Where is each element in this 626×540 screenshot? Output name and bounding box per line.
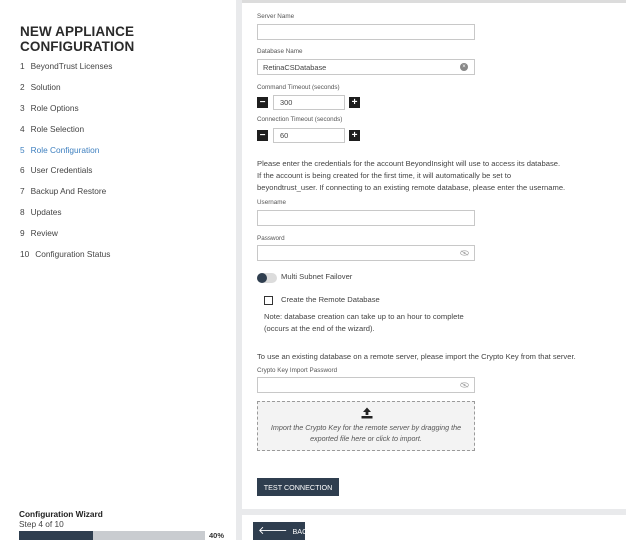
step-label: Role Selection (30, 123, 85, 134)
credentials-text-3: beyondtrust_user. If connecting to an ex… (257, 183, 566, 192)
server-name-label: Server Name (257, 13, 295, 20)
step-label: Role Configuration (30, 144, 100, 155)
step-label: BeyondTrust Licenses (30, 61, 113, 72)
connection-timeout-input[interactable]: 60 (273, 128, 345, 143)
step-item-licenses[interactable]: 1 BeyondTrust Licenses (20, 56, 112, 77)
role-configuration-panel: Server Name Database Name RetinaCSDataba… (242, 0, 626, 509)
back-button[interactable]: 🡐 BACK (253, 522, 312, 540)
credentials-text-2: If the account is being created for the … (257, 171, 512, 180)
step-number: 6 (20, 165, 25, 176)
step-item-review[interactable]: 9 Review (20, 222, 112, 243)
create-remote-checkbox[interactable] (264, 296, 273, 305)
step-item-solution[interactable]: 2 Solution (20, 77, 112, 98)
step-number: 9 (20, 227, 25, 238)
step-label: Backup And Restore (30, 186, 107, 197)
step-item-configuration-status[interactable]: 10 Configuration Status (20, 243, 112, 264)
step-number: 5 (20, 144, 25, 155)
step-label: Role Options (30, 102, 79, 113)
step-number: 7 (20, 186, 25, 197)
upload-icon (361, 407, 373, 419)
database-name-label: Database Name (257, 48, 303, 55)
database-name-input[interactable]: RetinaCSDatabase × (257, 59, 475, 75)
step-item-backup-restore[interactable]: 7 Backup And Restore (20, 181, 112, 202)
database-name-value: RetinaCSDatabase (263, 62, 327, 72)
clear-icon[interactable]: × (460, 63, 468, 71)
credentials-text-1: Please enter the credentials for the acc… (257, 159, 561, 168)
step-label: User Credentials (30, 165, 93, 176)
step-label: Updates (30, 206, 62, 217)
create-remote-label: Create the Remote Database (281, 295, 380, 304)
dropzone-line-2: exported file here or click to import. (310, 433, 422, 443)
test-connection-button[interactable]: TEST CONNECTION (257, 478, 339, 496)
password-label: Password (257, 235, 285, 242)
plus-icon[interactable]: + (349, 97, 360, 108)
minus-icon[interactable]: − (257, 130, 268, 141)
username-label: Username (257, 199, 287, 206)
note-line-1: Note: database creation can take up to a… (264, 312, 464, 321)
wizard-footer: 🡐 BACK (242, 515, 626, 540)
crypto-text: To use an existing database on a remote … (257, 352, 576, 361)
step-item-role-configuration[interactable]: 5 Role Configuration (20, 139, 112, 160)
wizard-step-count: Step 4 of 10 (19, 519, 64, 529)
step-label: Configuration Status (35, 248, 111, 259)
step-number: 4 (20, 123, 25, 134)
step-item-user-credentials[interactable]: 6 User Credentials (20, 160, 112, 181)
arrow-left-icon: 🡐 (258, 524, 288, 537)
step-number: 1 (20, 61, 25, 72)
step-item-role-selection[interactable]: 4 Role Selection (20, 118, 112, 139)
multi-subnet-toggle[interactable] (257, 273, 277, 283)
eye-slash-icon[interactable] (460, 382, 469, 388)
crypto-password-input[interactable] (257, 377, 475, 393)
crypto-key-dropzone[interactable]: Import the Crypto Key for the remote ser… (257, 401, 475, 451)
back-label: BACK (292, 526, 313, 536)
dropzone-text: Import the Crypto Key for the remote ser… (258, 423, 474, 444)
step-number: 2 (20, 82, 25, 93)
progress-percent: 40% (209, 531, 225, 540)
server-name-input[interactable] (257, 24, 475, 40)
multi-subnet-label: Multi Subnet Failover (281, 272, 353, 281)
command-timeout-input[interactable]: 300 (273, 95, 345, 110)
step-number: 3 (20, 102, 25, 113)
plus-icon[interactable]: + (349, 130, 360, 141)
step-item-role-options[interactable]: 3 Role Options (20, 98, 112, 119)
wizard-steps: 1 BeyondTrust Licenses 2 Solution 3 Role Op… (20, 56, 112, 264)
step-label: Solution (30, 82, 61, 93)
progress-fill (19, 531, 94, 540)
sidebar-title: NEW APPLIANCE CONFIGURATION (20, 24, 135, 54)
dropzone-line-1: Import the Crypto Key for the remote ser… (270, 423, 462, 432)
minus-icon[interactable]: − (257, 97, 268, 108)
password-input[interactable] (257, 245, 475, 261)
username-input[interactable] (257, 210, 475, 226)
command-timeout-label: Command Timeout (seconds) (257, 84, 340, 91)
step-number: 8 (20, 206, 25, 217)
step-label: Review (30, 227, 58, 238)
crypto-password-label: Crypto Key Import Password (257, 367, 338, 374)
wizard-progress-bar (19, 531, 205, 540)
note-line-2: (occurs at the end of the wizard). (264, 324, 375, 333)
step-item-updates[interactable]: 8 Updates (20, 202, 112, 223)
eye-slash-icon[interactable] (460, 250, 469, 256)
wizard-sidebar: NEW APPLIANCE CONFIGURATION 1 BeyondTrust… (0, 0, 236, 540)
step-number: 10 (20, 248, 30, 259)
wizard-progress-title: Configuration Wizard (19, 509, 103, 519)
connection-timeout-label: Connection Timeout (seconds) (257, 116, 343, 123)
toggle-knob (257, 273, 267, 283)
